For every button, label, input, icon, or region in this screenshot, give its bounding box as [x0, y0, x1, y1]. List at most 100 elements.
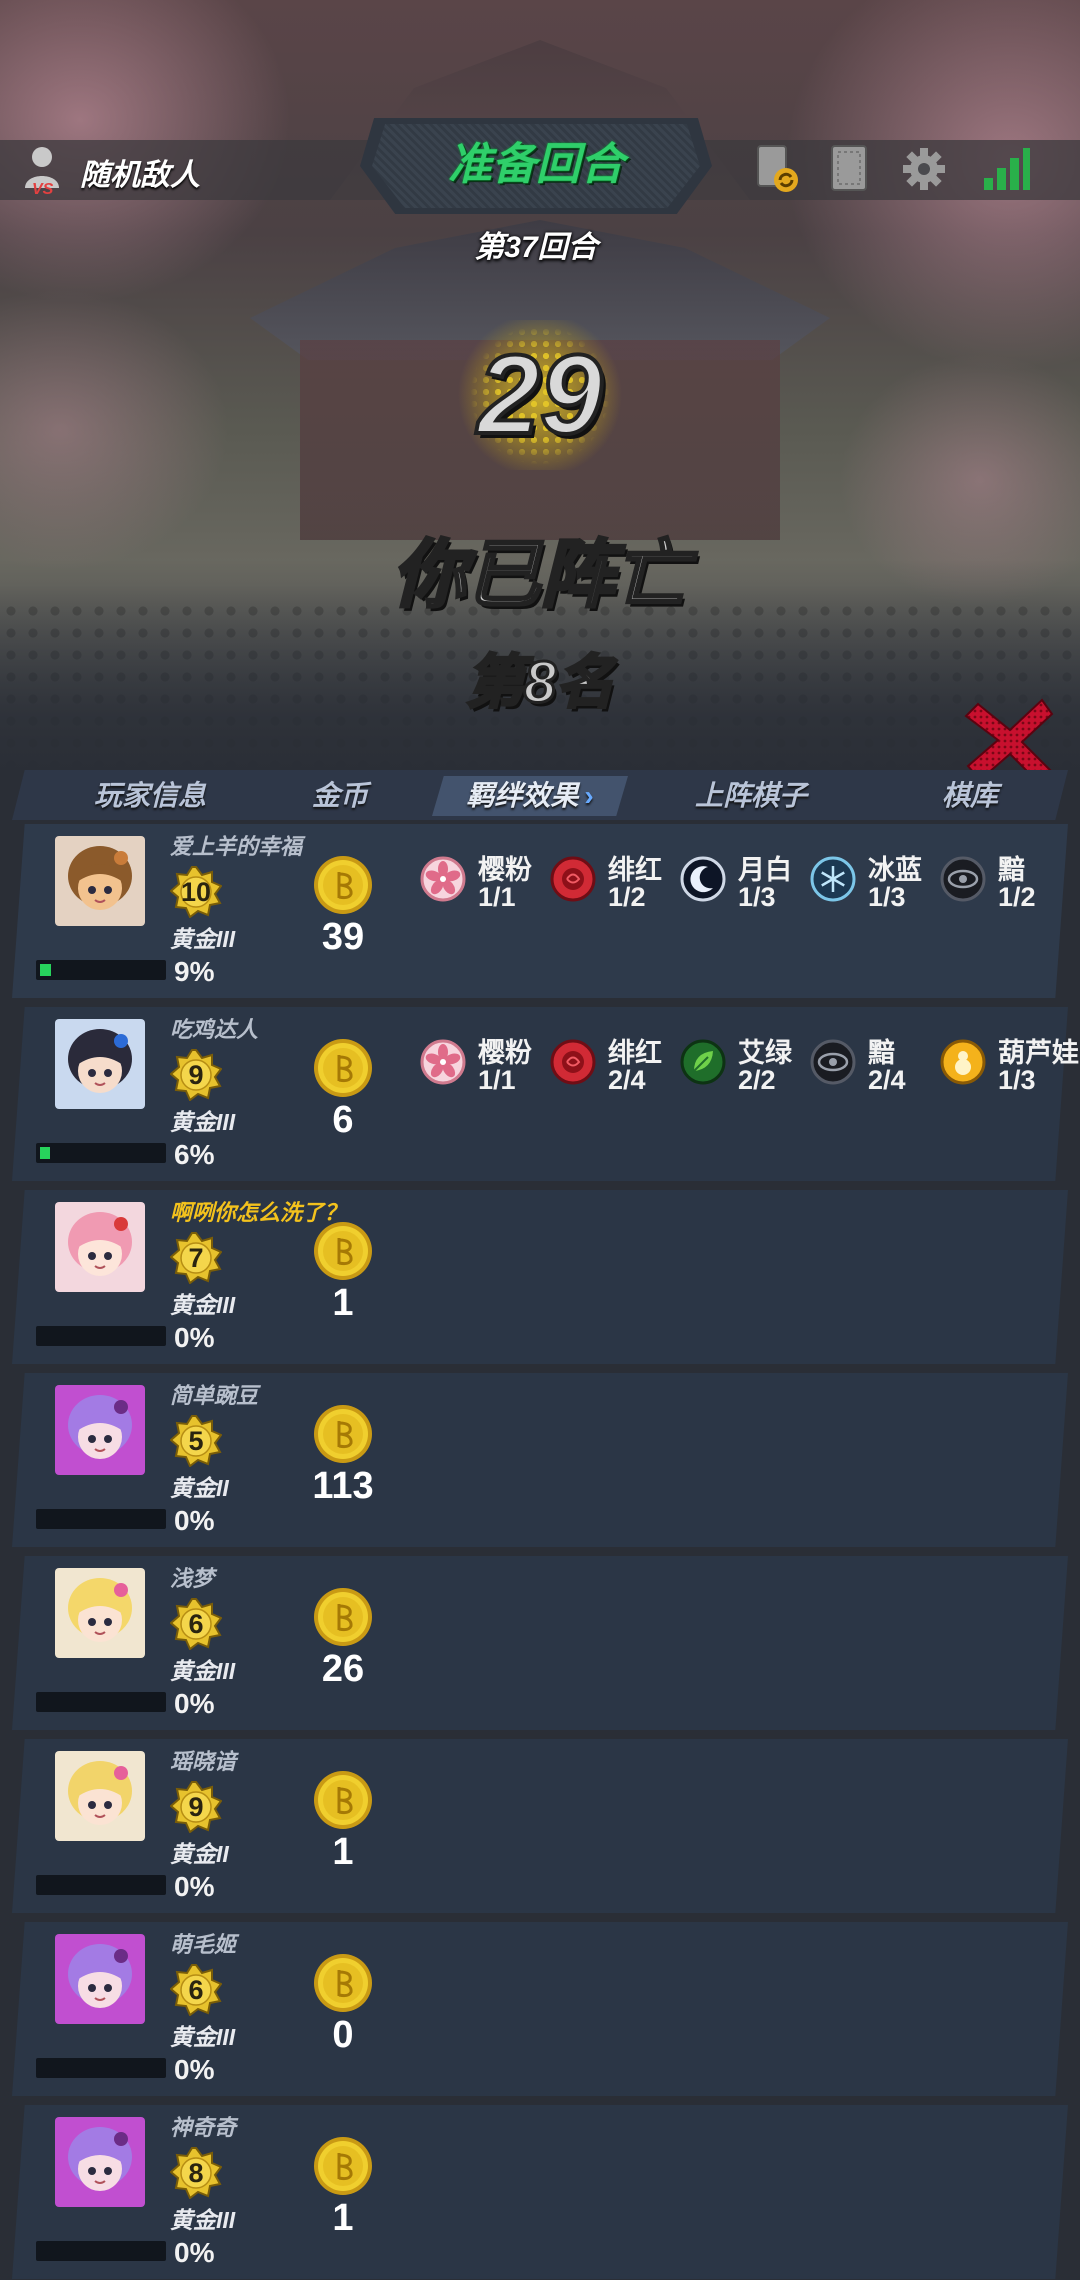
card-deck-icon[interactable]	[824, 140, 876, 198]
bond-effect[interactable]: 绯红 2/4	[550, 1031, 680, 1111]
svg-text:VS: VS	[32, 181, 54, 196]
progress-bar	[36, 960, 166, 980]
tab-deployed-pieces[interactable]: 上阵棋子	[676, 776, 826, 816]
bond-effect[interactable]: 樱粉 1/1	[420, 848, 550, 928]
player-gold: 1	[332, 2197, 354, 2239]
player-rank: 黄金III	[170, 1292, 236, 1318]
player-avatar[interactable]	[55, 1751, 145, 1841]
player-rank: 黄金III	[170, 926, 236, 952]
player-level: 5	[188, 1426, 204, 1456]
bond-count: 1/1	[478, 882, 516, 912]
player-name: 爱上羊的幸福	[170, 834, 303, 859]
bond-count: 1/3	[738, 882, 776, 912]
bond-effect[interactable]: 冰蓝 1/3	[810, 848, 940, 928]
progress-percent: 9%	[174, 956, 215, 987]
player-rank: 黄金III	[170, 1109, 236, 1135]
progress-percent: 0%	[174, 1322, 215, 1353]
progress-bar	[36, 1143, 166, 1163]
tab-piece-library[interactable]: 棋库	[920, 776, 1020, 816]
gold-coin-icon	[312, 1403, 374, 1465]
rose-icon	[550, 856, 596, 902]
player-level: 9	[188, 1060, 204, 1090]
leaf-icon	[680, 1039, 726, 1085]
round-label: 第37回合	[474, 231, 598, 264]
bond-count: 2/4	[608, 1065, 646, 1095]
card-swap-icon[interactable]	[752, 140, 804, 198]
versus-enemy-icon[interactable]: VS	[22, 144, 66, 196]
bond-effect[interactable]: 樱粉 1/1	[420, 1031, 550, 1111]
player-level: 10	[180, 877, 212, 907]
gear-icon[interactable]	[898, 140, 950, 198]
player-avatar[interactable]	[55, 1202, 145, 1292]
phase-title: 准备回合	[448, 140, 624, 189]
player-rank: 黄金III	[170, 2024, 236, 2050]
tab-gold[interactable]: 金币	[290, 776, 390, 816]
chevron-right-icon: ›	[584, 780, 594, 811]
player-name: 萌毛姬	[170, 1932, 237, 1957]
player-rank: 黄金III	[170, 2207, 236, 2233]
progress-fill	[40, 1147, 50, 1159]
bond-effect[interactable]: 绯红 1/2	[550, 848, 680, 928]
bond-effect[interactable]: 黯 1/2	[940, 848, 1070, 928]
bond-count: 2/4	[868, 1065, 906, 1095]
player-avatar[interactable]	[55, 1568, 145, 1658]
gold-coin-icon	[312, 854, 374, 916]
gold-coin-icon	[312, 1037, 374, 1099]
bond-count: 2/2	[738, 1065, 776, 1095]
bond-effect[interactable]: 艾绿 2/2	[680, 1031, 810, 1111]
gourd-icon	[940, 1039, 986, 1085]
progress-percent: 0%	[174, 2054, 215, 2085]
player-level: 6	[188, 1609, 204, 1639]
bond-effect[interactable]: 月白 1/3	[680, 848, 810, 928]
gold-coin-icon	[312, 1952, 374, 2014]
progress-percent: 0%	[174, 1505, 215, 1536]
player-name: 浅梦	[170, 1566, 215, 1591]
player-rank: 黄金III	[170, 1658, 236, 1684]
bond-count: 1/2	[998, 882, 1036, 912]
bond-effect[interactable]: 黯 2/4	[810, 1031, 940, 1111]
rose-icon	[550, 1039, 596, 1085]
player-rank: 黄金II	[170, 1841, 229, 1867]
tab-bond-effects-label: 羁绊效果	[466, 780, 579, 811]
player-gold: 1	[332, 1831, 354, 1873]
random-enemy-label[interactable]: 随机敌人	[80, 150, 200, 194]
player-name: 瑶晓谙	[170, 1749, 237, 1774]
player-name: 吃鸡达人	[170, 1017, 259, 1042]
gold-coin-icon	[312, 2135, 374, 2197]
tab-bond-effects[interactable]: 羁绊效果 ›	[432, 776, 628, 816]
signal-strength-icon	[984, 148, 1030, 190]
player-level: 7	[188, 1243, 204, 1273]
player-rank: 黄金II	[170, 1475, 229, 1501]
player-gold: 26	[321, 1648, 365, 1690]
countdown-timer: 29	[476, 330, 605, 459]
tab-player-info[interactable]: 玩家信息	[70, 776, 230, 816]
progress-percent: 6%	[174, 1139, 215, 1170]
progress-bar	[36, 1509, 166, 1529]
progress-percent: 0%	[174, 1688, 215, 1719]
player-gold: 6	[332, 1099, 354, 1141]
progress-percent: 0%	[174, 1871, 215, 1902]
player-avatar[interactable]	[55, 2117, 145, 2207]
snowflake-icon	[810, 856, 856, 902]
progress-percent: 0%	[174, 2237, 215, 2268]
progress-bar	[36, 1875, 166, 1895]
player-gold: 0	[332, 2014, 354, 2056]
bond-count: 1/1	[478, 1065, 516, 1095]
player-gold: 39	[321, 916, 365, 958]
bond-effect[interactable]: 葫芦娃 1/3	[940, 1031, 1079, 1111]
progress-bar	[36, 1692, 166, 1712]
player-gold: 113	[312, 1465, 374, 1507]
eye-icon	[810, 1039, 856, 1085]
player-level: 8	[188, 2158, 204, 2188]
player-name: 神奇奇	[170, 2115, 237, 2140]
player-level: 6	[188, 1975, 204, 2005]
gold-coin-icon	[312, 1769, 374, 1831]
player-avatar[interactable]	[55, 1385, 145, 1475]
progress-bar	[36, 1326, 166, 1346]
progress-fill	[40, 964, 51, 976]
sakura-icon	[420, 1039, 466, 1085]
player-avatar[interactable]	[55, 1019, 145, 1109]
player-avatar[interactable]	[55, 836, 145, 926]
eye-icon	[940, 856, 986, 902]
player-avatar[interactable]	[55, 1934, 145, 2024]
